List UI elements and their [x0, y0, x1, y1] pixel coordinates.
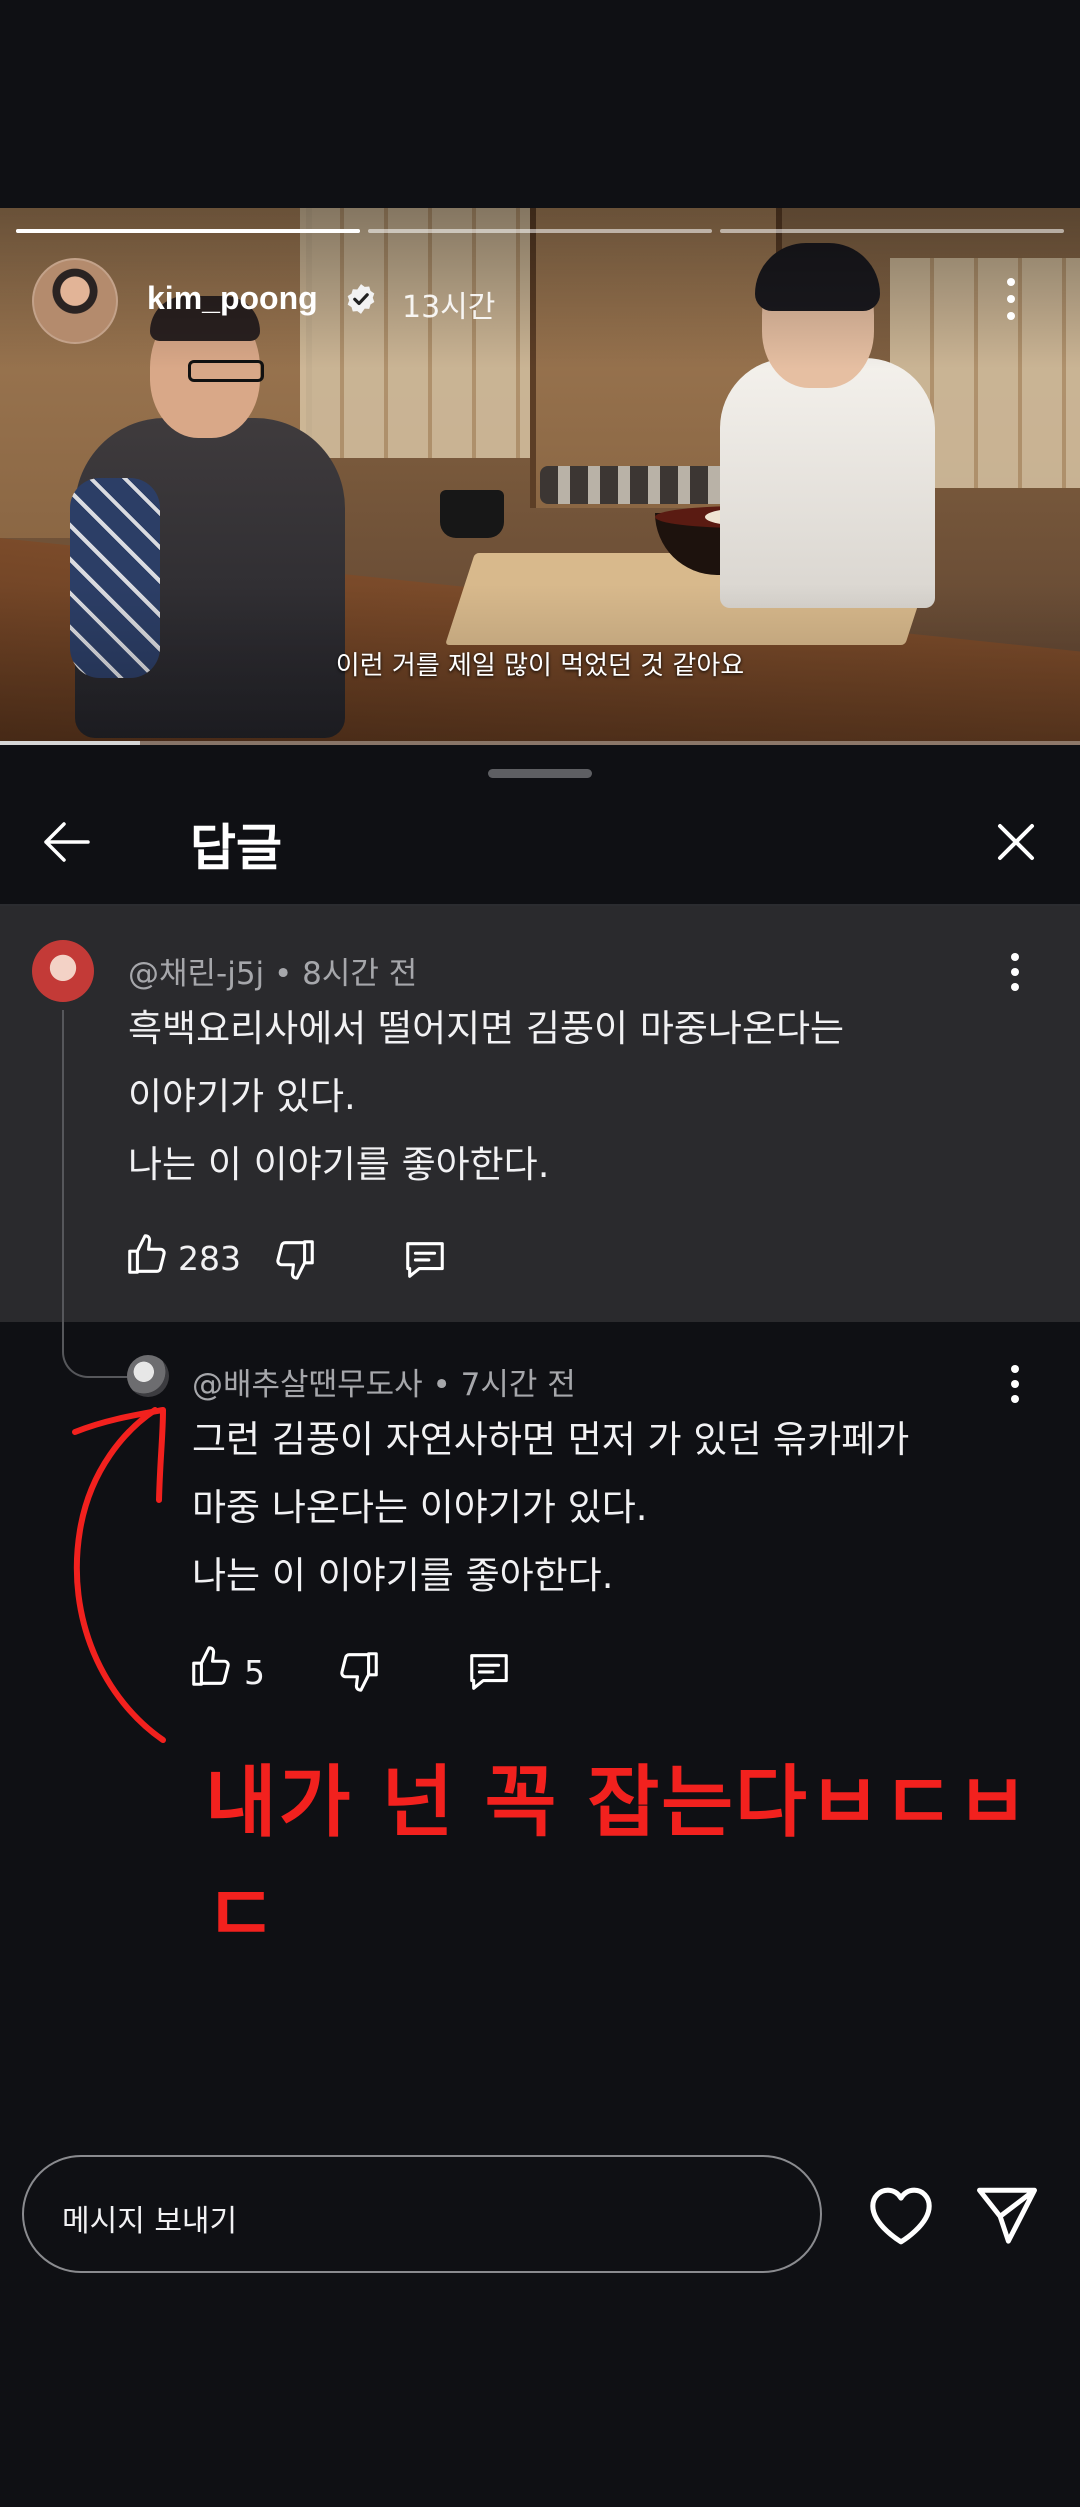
heart-icon[interactable] — [866, 2184, 936, 2246]
comment-meta: @채린-j5j • 8시간 전 — [128, 956, 418, 992]
reply-line: 마중 나온다는 이야기가 있다. — [192, 1486, 648, 1529]
like-count: 283 — [178, 1239, 241, 1278]
back-arrow-icon[interactable] — [38, 814, 94, 870]
reply-more-icon[interactable] — [1010, 1364, 1020, 1404]
video-subtitle: 이런 거를 제일 많이 먹었던 것 같아요 — [335, 651, 745, 681]
sheet-drag-handle[interactable] — [488, 769, 592, 778]
comment-avatar[interactable] — [32, 940, 94, 1002]
thumbs-up-icon[interactable] — [124, 1232, 170, 1278]
reply-thumbs-up-icon[interactable] — [188, 1644, 234, 1690]
reply-body: 그런 김풍이 자연사하면 먼저 가 있던 윾카페가 마중 나온다는 이야기가 있… — [192, 1406, 909, 1610]
story-segment-fill — [16, 229, 360, 233]
send-icon[interactable] — [974, 2184, 1040, 2246]
reply-icon[interactable] — [401, 1236, 449, 1282]
comment-more-icon[interactable] — [1010, 952, 1020, 992]
story-segment — [16, 229, 360, 233]
story-avatar[interactable] — [32, 258, 118, 344]
reply-meta: @배추살땐무도사 • 7시간 전 — [192, 1367, 576, 1403]
story-username[interactable]: kim_poong — [147, 280, 318, 317]
thumbs-down-icon[interactable] — [272, 1236, 318, 1282]
story-timestamp: 13시간 — [402, 290, 496, 325]
close-icon[interactable] — [992, 818, 1040, 866]
story-segment — [368, 229, 712, 233]
comment-line: 나는 이 이야기를 좋아한다. — [128, 1143, 550, 1186]
reply-thumbs-down-icon[interactable] — [336, 1648, 382, 1694]
sheet-title: 답글 — [190, 819, 282, 877]
video-progress-bar[interactable] — [0, 741, 1080, 745]
comment-line: 흑백요리사에서 떨어지면 김풍이 마중나온다는 — [128, 1007, 845, 1050]
verified-icon — [347, 284, 375, 314]
red-annotation-text: 내가 넌 꼭 잡는다ㅂㄷㅂㄷ — [205, 1758, 1031, 1960]
story-more-icon[interactable] — [1001, 276, 1021, 322]
reply-like-count: 5 — [244, 1653, 265, 1692]
video-progress-fill — [0, 741, 141, 745]
reply-line: 그런 김풍이 자연사하면 먼저 가 있던 윾카페가 — [192, 1418, 910, 1461]
story-segment — [720, 229, 1064, 233]
comment-line: 이야기가 있다. — [128, 1075, 356, 1118]
reply-reply-icon[interactable] — [465, 1648, 513, 1694]
comment-body: 흑백요리사에서 떨어지면 김풍이 마중나온다는 이야기가 있다. 나는 이 이야… — [128, 995, 844, 1199]
red-arrow-annotation — [72, 1407, 166, 1743]
message-input-placeholder: 메시지 보내기 — [62, 2204, 238, 2239]
reply-line: 나는 이 이야기를 좋아한다. — [192, 1554, 614, 1597]
